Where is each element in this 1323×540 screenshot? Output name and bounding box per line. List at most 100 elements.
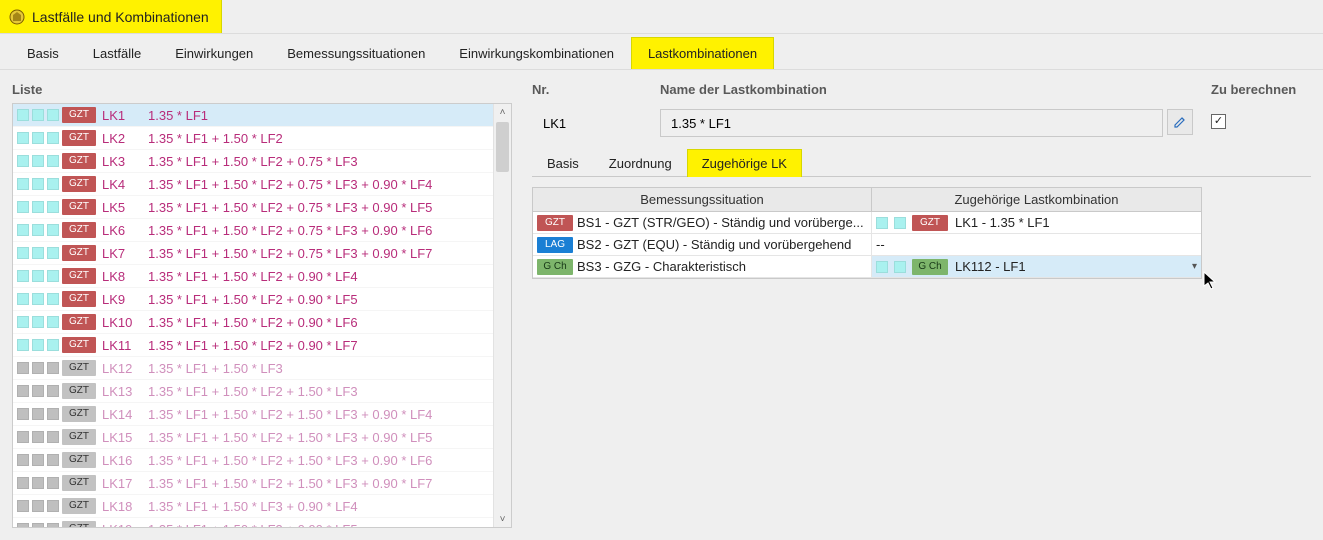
lk-id: LK8 xyxy=(102,269,148,284)
color-swatch xyxy=(17,155,29,167)
list-item[interactable]: GZTLK121.35 * LF1 + 1.50 * LF3 xyxy=(13,357,493,380)
content-area: Liste GZTLK11.35 * LF1GZTLK21.35 * LF1 +… xyxy=(0,70,1323,540)
list-item[interactable]: GZTLK91.35 * LF1 + 1.50 * LF2 + 0.90 * L… xyxy=(13,288,493,311)
nr-field[interactable] xyxy=(532,109,642,137)
color-swatch xyxy=(47,408,59,420)
lk-formula: 1.35 * LF1 + 1.50 * LF3 + 0.90 * LF4 xyxy=(148,499,493,514)
table-body: GZTBS1 - GZT (STR/GEO) - Ständig und vor… xyxy=(533,212,1201,278)
combo-cell[interactable]: G Ch LK112 - LF1 ▾ xyxy=(872,256,1201,278)
gzt-badge: GZT xyxy=(62,199,96,215)
list-item[interactable]: GZTLK151.35 * LF1 + 1.50 * LF2 + 1.50 * … xyxy=(13,426,493,449)
tab-lastkombinationen[interactable]: Lastkombinationen xyxy=(631,37,774,69)
tab-einwirkungen[interactable]: Einwirkungen xyxy=(158,37,270,69)
scroll-down-arrow[interactable]: ˅ xyxy=(494,511,511,527)
lk-formula: 1.35 * LF1 + 1.50 * LF2 + 1.50 * LF3 + 0… xyxy=(148,476,493,491)
tab-einwirkungskombinationen[interactable]: Einwirkungskombinationen xyxy=(442,37,631,69)
combo-text: LK112 - LF1 xyxy=(955,259,1026,274)
lk-formula: 1.35 * LF1 + 1.50 * LF2 + 0.90 * LF6 xyxy=(148,315,493,330)
list-item[interactable]: GZTLK51.35 * LF1 + 1.50 * LF2 + 0.75 * L… xyxy=(13,196,493,219)
color-swatch xyxy=(32,408,44,420)
lk-id: LK4 xyxy=(102,177,148,192)
tab-basis[interactable]: Basis xyxy=(10,37,76,69)
lk-id: LK19 xyxy=(102,522,148,528)
color-swatch xyxy=(32,500,44,512)
liste-panel: Liste GZTLK11.35 * LF1GZTLK21.35 * LF1 +… xyxy=(12,82,512,528)
list-item[interactable]: GZTLK71.35 * LF1 + 1.50 * LF2 + 0.75 * L… xyxy=(13,242,493,265)
situation-cell: GZTBS1 - GZT (STR/GEO) - Ständig und vor… xyxy=(533,212,872,234)
table-row[interactable]: GZTBS1 - GZT (STR/GEO) - Ständig und vor… xyxy=(533,212,1201,234)
combo-badge: G Ch xyxy=(912,259,948,275)
color-swatch xyxy=(17,408,29,420)
fields-row: Nr. Name der Lastkombination xyxy=(532,82,1311,137)
nr-label: Nr. xyxy=(532,82,642,103)
lk-id: LK15 xyxy=(102,430,148,445)
nr-input[interactable] xyxy=(541,115,633,132)
tab-bemessungssituationen[interactable]: Bemessungssituationen xyxy=(270,37,442,69)
list-item[interactable]: GZTLK21.35 * LF1 + 1.50 * LF2 xyxy=(13,127,493,150)
th-situation: Bemessungssituation xyxy=(533,188,872,212)
list-item[interactable]: GZTLK31.35 * LF1 + 1.50 * LF2 + 0.75 * L… xyxy=(13,150,493,173)
subtab-zuordnung[interactable]: Zuordnung xyxy=(594,149,687,177)
color-swatch xyxy=(47,178,59,190)
color-swatch xyxy=(17,109,29,121)
list-item[interactable]: GZTLK141.35 * LF1 + 1.50 * LF2 + 1.50 * … xyxy=(13,403,493,426)
color-swatch xyxy=(47,316,59,328)
gzt-badge: GZT xyxy=(62,153,96,169)
name-input[interactable] xyxy=(669,115,1154,132)
color-swatch xyxy=(47,224,59,236)
tab-lastfaelle[interactable]: Lastfälle xyxy=(76,37,158,69)
lk-id: LK6 xyxy=(102,223,148,238)
chevron-down-icon[interactable]: ▾ xyxy=(1192,261,1197,272)
list-item[interactable]: GZTLK161.35 * LF1 + 1.50 * LF2 + 1.50 * … xyxy=(13,449,493,472)
color-swatch xyxy=(47,385,59,397)
list-item[interactable]: GZTLK181.35 * LF1 + 1.50 * LF3 + 0.90 * … xyxy=(13,495,493,518)
lk-formula: 1.35 * LF1 + 1.50 * LF2 + 0.75 * LF3 + 0… xyxy=(148,223,493,238)
color-swatch xyxy=(32,431,44,443)
edit-name-button[interactable] xyxy=(1167,109,1193,135)
list-item[interactable]: GZTLK131.35 * LF1 + 1.50 * LF2 + 1.50 * … xyxy=(13,380,493,403)
gzt-badge: GZT xyxy=(62,291,96,307)
color-swatch xyxy=(17,178,29,190)
color-swatch xyxy=(32,247,44,259)
color-swatch xyxy=(894,261,906,273)
scroll-up-arrow[interactable]: ˄ xyxy=(494,104,511,120)
color-swatch xyxy=(32,132,44,144)
name-field[interactable] xyxy=(660,109,1163,137)
list-scrollbar[interactable]: ˄ ˅ xyxy=(493,104,511,527)
gzt-badge: GZT xyxy=(62,107,96,123)
combo-cell[interactable]: GZTLK1 - 1.35 * LF1 xyxy=(872,212,1201,234)
lk-id: LK10 xyxy=(102,315,148,330)
zu-berechnen-checkbox[interactable]: ✓ xyxy=(1211,114,1226,129)
scroll-thumb[interactable] xyxy=(496,122,509,172)
subtab-basis[interactable]: Basis xyxy=(532,149,594,177)
color-swatch xyxy=(47,500,59,512)
loadcase-icon xyxy=(8,8,26,26)
list-item[interactable]: GZTLK111.35 * LF1 + 1.50 * LF2 + 0.90 * … xyxy=(13,334,493,357)
lk-id: LK16 xyxy=(102,453,148,468)
situation-cell: LAGBS2 - GZT (EQU) - Ständig und vorüber… xyxy=(533,234,872,256)
list-item[interactable]: GZTLK81.35 * LF1 + 1.50 * LF2 + 0.90 * L… xyxy=(13,265,493,288)
list-item[interactable]: GZTLK61.35 * LF1 + 1.50 * LF2 + 0.75 * L… xyxy=(13,219,493,242)
subtab-zugehoerige-lk[interactable]: Zugehörige LK xyxy=(687,149,802,177)
color-swatch xyxy=(47,339,59,351)
color-swatch xyxy=(47,247,59,259)
lk-formula: 1.35 * LF1 + 1.50 * LF2 + 0.90 * LF4 xyxy=(148,269,493,284)
situation-badge: GZT xyxy=(537,215,573,231)
subtabstrip: Basis Zuordnung Zugehörige LK xyxy=(532,149,1311,177)
color-swatch xyxy=(17,247,29,259)
color-swatch xyxy=(32,155,44,167)
color-swatch xyxy=(47,454,59,466)
lk-formula: 1.35 * LF1 + 1.50 * LF2 + 0.75 * LF3 + 0… xyxy=(148,246,493,261)
list-item[interactable]: GZTLK11.35 * LF1 xyxy=(13,104,493,127)
list-item[interactable]: GZTLK171.35 * LF1 + 1.50 * LF2 + 1.50 * … xyxy=(13,472,493,495)
color-swatch xyxy=(32,385,44,397)
table-row[interactable]: LAGBS2 - GZT (EQU) - Ständig und vorüber… xyxy=(533,234,1201,256)
list-item[interactable]: GZTLK101.35 * LF1 + 1.50 * LF2 + 0.90 * … xyxy=(13,311,493,334)
table-row[interactable]: G ChBS3 - GZG - CharakteristischG ChLK11… xyxy=(533,256,1201,278)
combo-badge: GZT xyxy=(912,215,948,231)
color-swatch xyxy=(47,201,59,213)
details-panel: Nr. Name der Lastkombination xyxy=(532,82,1311,528)
combo-cell[interactable]: -- xyxy=(872,234,1201,256)
list-item[interactable]: GZTLK191.35 * LF1 + 1.50 * LF3 + 0.90 * … xyxy=(13,518,493,527)
list-item[interactable]: GZTLK41.35 * LF1 + 1.50 * LF2 + 0.75 * L… xyxy=(13,173,493,196)
